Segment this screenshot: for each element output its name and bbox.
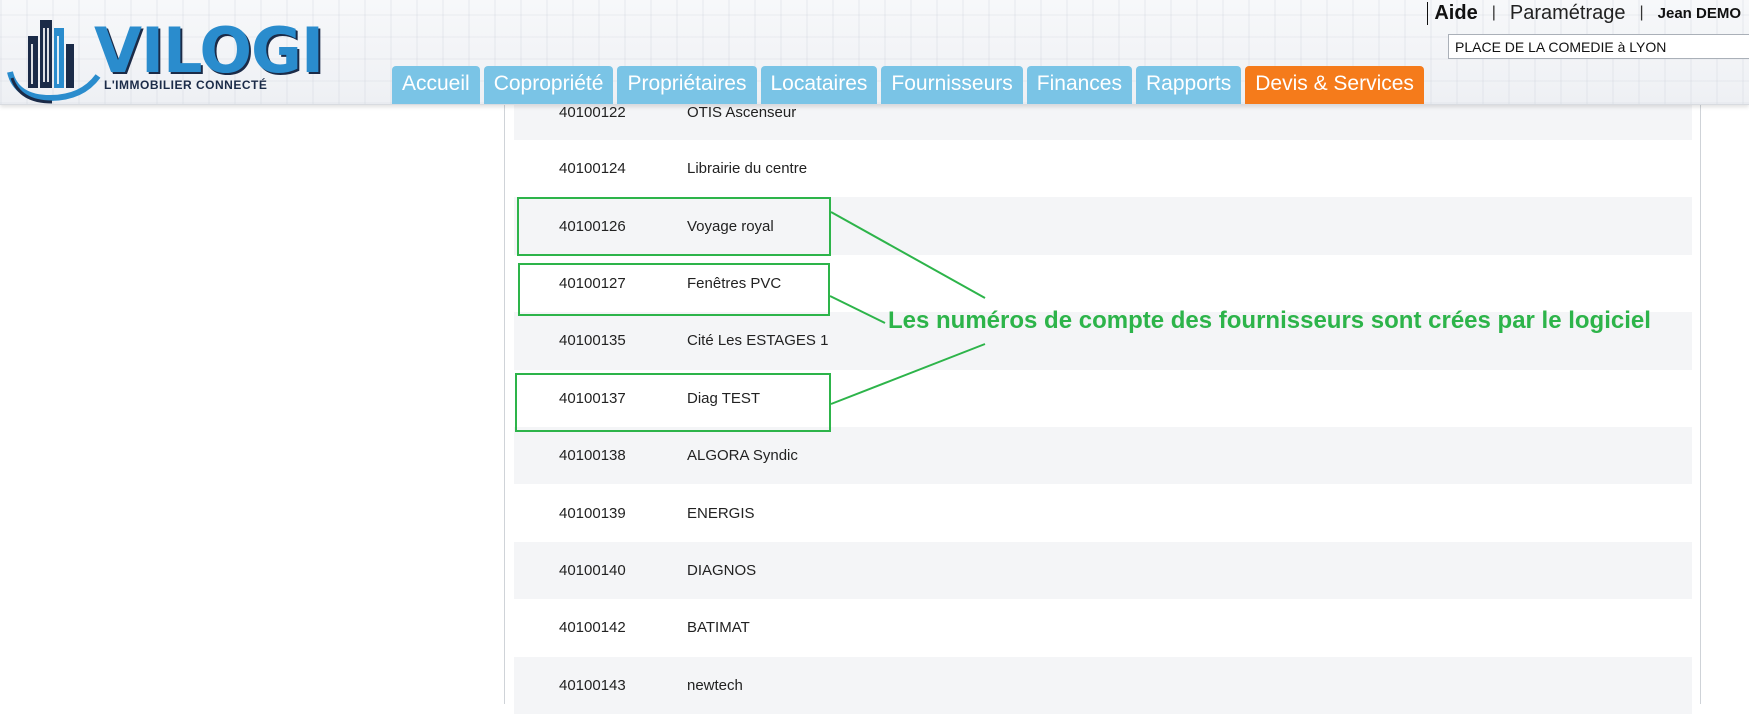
tab-copropriete[interactable]: Copropriété — [483, 66, 614, 104]
table-row[interactable]: 40100139 ENERGIS — [514, 484, 1692, 542]
supplier-name[interactable]: BATIMAT — [687, 619, 1692, 636]
account-number: 40100142 — [559, 619, 626, 637]
logo-wordmark: VILOGI — [94, 14, 324, 87]
supplier-name[interactable]: Librairie du centre — [687, 160, 1692, 177]
supplier-name[interactable]: Diag TEST — [687, 390, 1692, 407]
table-row[interactable]: 40100138 ALGORA Syndic — [514, 426, 1692, 485]
link-separator: | — [1639, 4, 1644, 21]
supplier-name[interactable]: OTIS Ascenseur — [687, 104, 1692, 121]
account-number: 40100122 — [559, 104, 626, 121]
table-row[interactable]: 40100143 newtech — [514, 656, 1692, 714]
building-logo-icon — [7, 20, 101, 104]
app-header: VILOGI L'IMMOBILIER CONNECTÉ Aide | Para… — [0, 0, 1749, 105]
supplier-name[interactable]: ALGORA Syndic — [687, 447, 1692, 464]
account-number: 40100143 — [559, 676, 626, 694]
account-number: 40100124 — [559, 160, 626, 178]
account-number: 40100138 — [559, 447, 626, 465]
annotation-text: Les numéros de compte des fournisseurs s… — [888, 307, 1651, 334]
supplier-name[interactable]: Fenêtres PVC — [687, 275, 1692, 292]
highlight-box — [518, 263, 830, 316]
account-number: 40100139 — [559, 504, 626, 522]
tab-devis-services[interactable]: Devis & Services — [1245, 66, 1424, 104]
table-row[interactable]: 40100122 OTIS Ascenseur — [514, 104, 1692, 140]
parametrage-link[interactable]: Paramétrage — [1510, 2, 1626, 25]
tab-finances[interactable]: Finances — [1026, 66, 1132, 104]
tab-proprietaires[interactable]: Propriétaires — [617, 66, 757, 104]
tab-locataires[interactable]: Locataires — [760, 66, 878, 104]
account-number: 40100135 — [559, 332, 626, 350]
tab-accueil[interactable]: Accueil — [392, 66, 480, 104]
aide-link[interactable]: Aide — [1427, 1, 1478, 25]
tab-rapports[interactable]: Rapports — [1136, 66, 1242, 104]
logo-tagline: L'IMMOBILIER CONNECTÉ — [104, 78, 268, 92]
account-number: 40100140 — [559, 561, 626, 579]
table-row[interactable]: 40100124 Librairie du centre — [514, 140, 1692, 198]
supplier-name[interactable]: Voyage royal — [687, 218, 1692, 235]
table-row[interactable]: 40100142 BATIMAT — [514, 599, 1692, 657]
table-row[interactable]: 40100140 DIAGNOS — [514, 541, 1692, 600]
supplier-name[interactable]: newtech — [687, 677, 1692, 694]
user-name[interactable]: Jean DEMO — [1658, 5, 1741, 22]
vilogi-logo[interactable]: VILOGI L'IMMOBILIER CONNECTÉ — [6, 6, 326, 106]
site-selector[interactable]: PLACE DE LA COMEDIE à LYON — [1448, 34, 1749, 59]
highlight-box — [517, 197, 831, 256]
link-separator: | — [1491, 4, 1496, 21]
tab-fournisseurs[interactable]: Fournisseurs — [881, 66, 1023, 104]
top-links: Aide | Paramétrage | Jean DEMO — [1427, 0, 1741, 26]
supplier-name[interactable]: ENERGIS — [687, 505, 1692, 522]
highlight-box — [515, 373, 831, 432]
main-nav: Accueil Copropriété Propriétaires Locata… — [392, 66, 1424, 104]
supplier-name[interactable]: DIAGNOS — [687, 562, 1692, 579]
